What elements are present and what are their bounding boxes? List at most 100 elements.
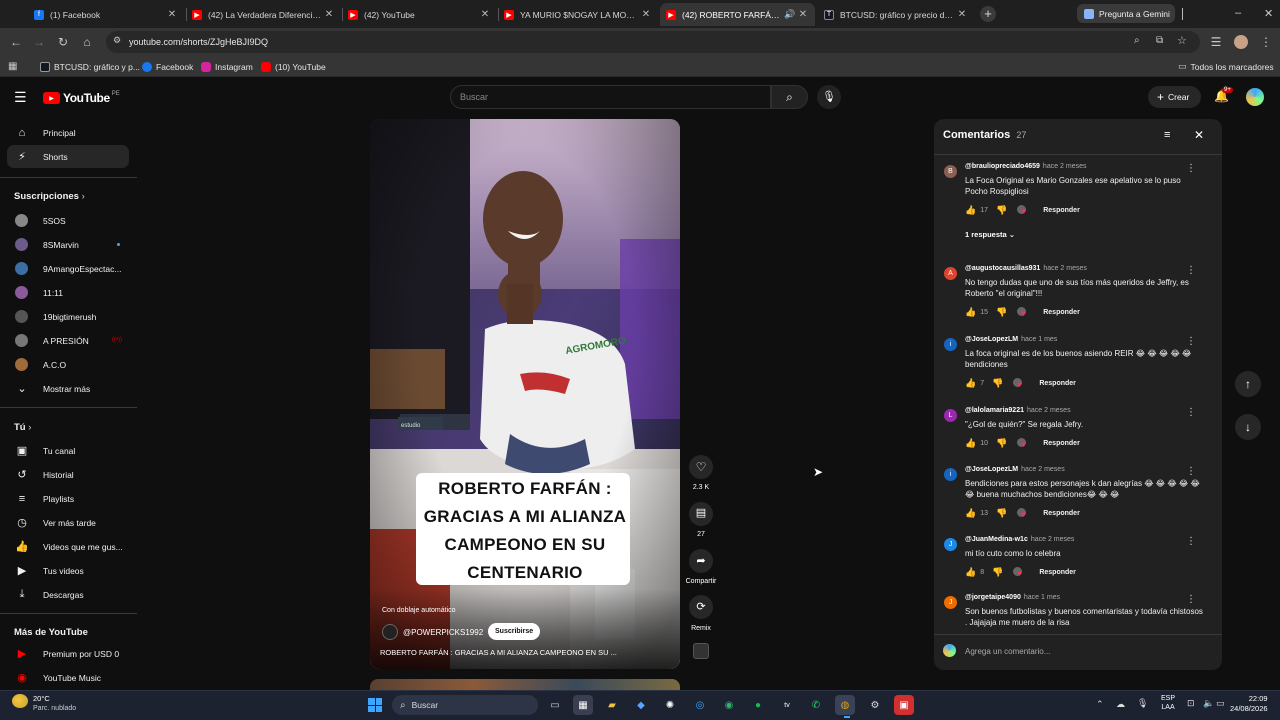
commenter-username[interactable]: @JuanMedina-w1c hace 2 meses bbox=[965, 536, 1074, 543]
thumbs-up-icon[interactable]: 👍 bbox=[965, 205, 976, 216]
subscription-item[interactable]: A.C.O bbox=[7, 353, 129, 376]
view-replies-button[interactable]: 1 respuesta ⌄ bbox=[965, 230, 1015, 239]
zoom-icon[interactable]: ⌕ bbox=[1134, 35, 1140, 46]
commenter-avatar[interactable]: B bbox=[944, 165, 957, 178]
thumbs-down-icon[interactable]: 👎 bbox=[996, 205, 1007, 216]
tray-mic-icon[interactable]: 🎙 bbox=[1137, 698, 1148, 709]
network-icon[interactable]: ⊡ bbox=[1187, 698, 1195, 709]
weather-temp[interactable]: 20°C bbox=[33, 694, 50, 703]
subscription-item[interactable]: 5SOS bbox=[7, 209, 129, 232]
reply-button[interactable]: Responder bbox=[1043, 440, 1080, 447]
copilot-icon[interactable]: ◆ bbox=[631, 695, 651, 715]
share-button[interactable]: ➦ bbox=[689, 549, 713, 573]
bookmark-item[interactable]: (10) YouTube bbox=[261, 59, 326, 74]
battery-icon[interactable]: ▭ bbox=[1216, 698, 1225, 709]
reply-button[interactable]: Responder bbox=[1039, 380, 1076, 387]
commenter-avatar[interactable]: i bbox=[944, 338, 957, 351]
voice-search-button[interactable]: 🎙 bbox=[817, 85, 841, 109]
spotify-icon[interactable]: ● bbox=[748, 695, 768, 715]
sidebar-item-ver-mas-tarde[interactable]: ◷ Ver más tarde bbox=[7, 511, 129, 534]
close-icon[interactable]: ✕ bbox=[1194, 128, 1204, 142]
gemini-button[interactable]: Pregunta a Gemini bbox=[1077, 4, 1175, 23]
browser-tab[interactable]: ▶ (42) La Verdadera Diferencia Entre... … bbox=[186, 3, 341, 26]
short-video-player[interactable]: AGROMORO estudio ROBERTO FARFÁN : GRACIA… bbox=[370, 119, 680, 669]
sidebar-item-premium[interactable]: ▶ Premium por USD 0 bbox=[7, 642, 129, 665]
like-button[interactable]: ♡ bbox=[689, 455, 713, 479]
comment-menu-icon[interactable]: ⋮ bbox=[1186, 336, 1196, 347]
sidebar-item-playlists[interactable]: ≡ Playlists bbox=[7, 487, 129, 510]
subscription-item[interactable]: A PRESIÓN ((•)) bbox=[7, 329, 129, 352]
site-info-icon[interactable]: ⚙ bbox=[113, 35, 121, 46]
sidebar-item-liked-videos[interactable]: 👍 Videos que me gus... bbox=[7, 535, 129, 558]
store-icon[interactable]: ▦ bbox=[573, 695, 593, 715]
sidebar-item-historial[interactable]: ↺ Historial bbox=[7, 463, 129, 486]
commenter-username[interactable]: @JoseLopezLM hace 2 meses bbox=[965, 466, 1065, 473]
profile-avatar[interactable] bbox=[1234, 35, 1248, 49]
thumbs-down-icon[interactable]: 👎 bbox=[996, 508, 1007, 519]
clock[interactable]: 22:09 24/08/2026 bbox=[1230, 694, 1268, 714]
channel-avatar[interactable] bbox=[382, 624, 398, 640]
all-bookmarks[interactable]: ▭ Todos los marcadores bbox=[1178, 59, 1274, 74]
thumbs-down-icon[interactable]: 👎 bbox=[996, 307, 1007, 318]
browser-tab[interactable]: ▶ (42) YouTube ✕ bbox=[342, 3, 497, 26]
edge-icon[interactable]: ◉ bbox=[719, 695, 739, 715]
commenter-username[interactable]: @brauliopreciado4659 hace 2 meses bbox=[965, 163, 1087, 170]
sidebar-item-descargas[interactable]: ⤓ Descargas bbox=[7, 583, 129, 606]
red-app-icon[interactable]: ▣ bbox=[894, 695, 914, 715]
whatsapp-icon[interactable]: ✆ bbox=[806, 695, 826, 715]
sidebar-item-tus-videos[interactable]: ▶ Tus videos bbox=[7, 559, 129, 582]
thumbs-up-icon[interactable]: 👍 bbox=[965, 307, 976, 318]
commenter-username[interactable]: @lalolamaria9221 hace 2 meses bbox=[965, 407, 1071, 414]
reload-icon[interactable]: ↻ bbox=[55, 34, 71, 50]
tray-cloud-icon[interactable]: ☁ bbox=[1116, 699, 1125, 710]
comment-menu-icon[interactable]: ⋮ bbox=[1186, 407, 1196, 418]
settings-icon[interactable]: ⚙ bbox=[865, 695, 885, 715]
minimize-icon[interactable]: – bbox=[1235, 7, 1241, 19]
tray-chevron-icon[interactable]: ⌃ bbox=[1096, 699, 1104, 710]
bookmark-item[interactable]: Facebook bbox=[142, 59, 193, 74]
hamburger-menu-icon[interactable]: ☰ bbox=[14, 89, 27, 106]
commenter-username[interactable]: @augustocausillas931 hace 2 meses bbox=[965, 265, 1087, 272]
volume-icon[interactable]: 🔈 bbox=[1203, 698, 1214, 709]
install-icon[interactable]: ⧉ bbox=[1156, 35, 1163, 46]
sidebar-item-principal[interactable]: ⌂ Principal bbox=[7, 121, 129, 144]
bookmark-item[interactable]: BTCUSD: gráfico y p... bbox=[40, 59, 140, 74]
chatgpt-icon[interactable]: ✺ bbox=[660, 695, 680, 715]
commenter-avatar[interactable]: L bbox=[944, 409, 957, 422]
back-icon[interactable]: ← bbox=[8, 34, 24, 50]
close-icon[interactable]: ✕ bbox=[479, 9, 491, 20]
windows-start-icon[interactable] bbox=[365, 695, 385, 715]
commenter-username[interactable]: @jorgetaipe4090 hace 1 mes bbox=[965, 594, 1060, 601]
file-explorer-icon[interactable]: ▰ bbox=[602, 695, 622, 715]
thumbs-down-icon[interactable]: 👎 bbox=[992, 378, 1003, 389]
reply-button[interactable]: Responder bbox=[1043, 309, 1080, 316]
thumbs-up-icon[interactable]: 👍 bbox=[965, 378, 976, 389]
close-icon[interactable]: ✕ bbox=[797, 9, 809, 20]
close-icon[interactable]: ✕ bbox=[956, 9, 968, 20]
app-icon[interactable]: ◎ bbox=[690, 695, 710, 715]
you-heading[interactable]: Tú › bbox=[14, 422, 31, 433]
forward-icon[interactable]: → bbox=[31, 34, 47, 50]
subscriptions-heading[interactable]: Suscripciones › bbox=[14, 191, 85, 202]
show-more-button[interactable]: ⌄ Mostrar más bbox=[7, 377, 129, 400]
commenter-avatar[interactable]: i bbox=[944, 468, 957, 481]
reply-button[interactable]: Responder bbox=[1043, 207, 1080, 214]
reply-button[interactable]: Responder bbox=[1043, 510, 1080, 517]
comments-button[interactable]: ▤ bbox=[689, 502, 713, 526]
close-icon[interactable]: ✕ bbox=[323, 9, 335, 20]
reply-button[interactable]: Responder bbox=[1039, 569, 1076, 576]
close-icon[interactable]: ✕ bbox=[166, 9, 178, 20]
apps-grid-icon[interactable]: ▦ bbox=[8, 61, 17, 72]
next-short-preview[interactable] bbox=[370, 679, 680, 690]
browser-tab-active[interactable]: ▶ (42) ROBERTO FARFÁN : GRAC... 🔊 ✕ bbox=[660, 3, 815, 26]
bookmark-star-icon[interactable]: ☆ bbox=[1177, 34, 1187, 47]
language-indicator[interactable]: ESP LAA bbox=[1161, 694, 1175, 712]
thumbs-up-icon[interactable]: 👍 bbox=[965, 508, 976, 519]
close-icon[interactable]: ✕ bbox=[640, 9, 652, 20]
sort-icon[interactable]: ≡ bbox=[1164, 129, 1170, 141]
sound-thumbnail[interactable] bbox=[693, 643, 709, 659]
bookmark-item[interactable]: Instagram bbox=[201, 59, 253, 74]
browser-tab[interactable]: T BTCUSD: gráfico y precio del Bitcoin ✕ bbox=[818, 3, 974, 26]
comment-menu-icon[interactable]: ⋮ bbox=[1186, 163, 1196, 174]
comment-menu-icon[interactable]: ⋮ bbox=[1186, 265, 1196, 276]
